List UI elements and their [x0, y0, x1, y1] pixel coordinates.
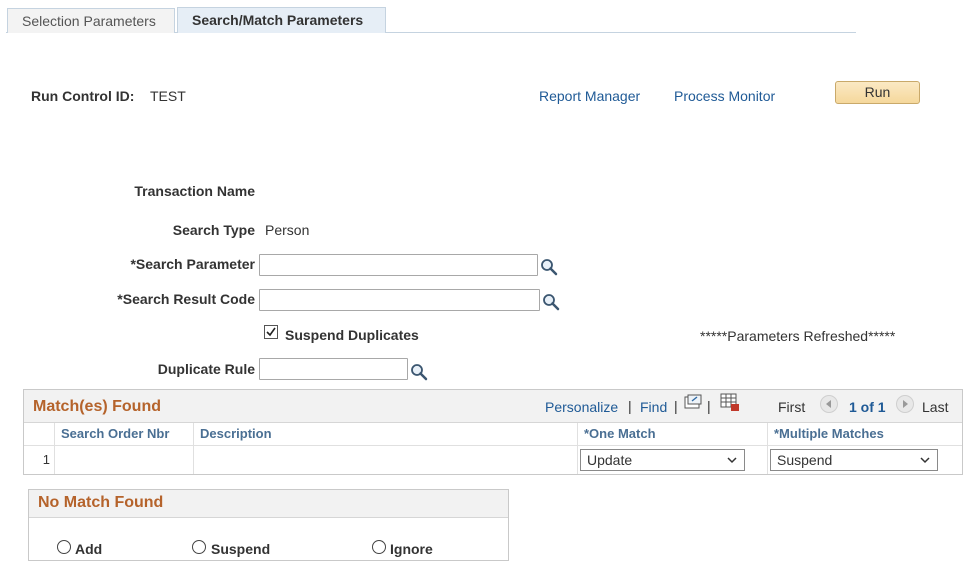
view-all-icon[interactable]: [684, 394, 702, 410]
report-manager-link[interactable]: Report Manager: [539, 88, 640, 104]
chevron-down-icon: [920, 457, 930, 464]
find-link[interactable]: Find: [640, 399, 667, 415]
search-result-code-lookup-icon[interactable]: [542, 293, 560, 311]
chevron-right-icon: [903, 400, 908, 408]
no-match-found-title: No Match Found: [38, 494, 164, 511]
run-control-id-label: Run Control ID:: [31, 88, 135, 104]
duplicate-rule-label: Duplicate Rule: [157, 361, 255, 377]
next-row-button[interactable]: [896, 395, 914, 413]
one-match-select[interactable]: Update: [580, 449, 745, 471]
row-number-column-header: [24, 423, 55, 445]
multiple-matches-select[interactable]: Suspend: [770, 449, 938, 471]
duplicate-rule-input[interactable]: [259, 358, 408, 380]
column-header-search-order-nbr[interactable]: Search Order Nbr: [55, 423, 194, 445]
ignore-radio-label: Ignore: [390, 541, 433, 557]
search-parameter-input[interactable]: [259, 254, 538, 276]
toolbar-separator: |: [674, 398, 678, 414]
matches-found-title: Match(es) Found: [33, 398, 161, 415]
checkmark-icon: [266, 327, 276, 337]
search-type-value: Person: [265, 222, 310, 238]
search-type-label: Search Type: [172, 222, 255, 238]
run-button[interactable]: Run: [835, 81, 920, 104]
toolbar-separator: |: [707, 398, 711, 414]
tab-search-match-parameters[interactable]: Search/Match Parameters: [177, 7, 386, 33]
first-label: First: [778, 399, 806, 415]
search-parameter-lookup-icon[interactable]: [540, 258, 558, 276]
description-cell: [194, 446, 578, 474]
row-range-text: 1 of 1: [849, 399, 886, 415]
search-result-code-label: *Search Result Code: [117, 291, 255, 307]
tab-selection-parameters[interactable]: Selection Parameters: [7, 8, 175, 33]
parameters-refreshed-text: *****Parameters Refreshed*****: [700, 328, 896, 344]
ignore-radio[interactable]: [372, 540, 386, 554]
chevron-left-icon: [826, 400, 831, 408]
search-parameter-label: *Search Parameter: [130, 256, 255, 272]
multiple-matches-select-value: Suspend: [777, 452, 833, 468]
run-control-id-value: TEST: [150, 88, 186, 104]
search-result-code-input[interactable]: [259, 289, 540, 311]
personalize-link[interactable]: Personalize: [545, 399, 618, 415]
row-number: 1: [24, 446, 55, 474]
transaction-name-label: Transaction Name: [134, 183, 255, 199]
process-monitor-link[interactable]: Process Monitor: [674, 88, 775, 104]
previous-row-button[interactable]: [820, 395, 838, 413]
toolbar-separator: |: [628, 398, 632, 414]
chevron-down-icon: [727, 457, 737, 464]
column-header-one-match[interactable]: *One Match: [578, 423, 768, 445]
suspend-radio[interactable]: [192, 540, 206, 554]
duplicate-rule-lookup-icon[interactable]: [410, 363, 428, 381]
add-radio[interactable]: [57, 540, 71, 554]
column-header-multiple-matches[interactable]: *Multiple Matches: [768, 423, 962, 445]
search-order-nbr-cell: [55, 446, 194, 474]
suspend-duplicates-label: Suspend Duplicates: [285, 327, 419, 343]
one-match-select-value: Update: [587, 452, 633, 468]
suspend-duplicates-checkbox[interactable]: [264, 325, 278, 339]
add-radio-label: Add: [75, 541, 103, 557]
suspend-radio-label: Suspend: [211, 541, 271, 557]
column-header-description[interactable]: Description: [194, 423, 578, 445]
download-spreadsheet-icon[interactable]: [720, 393, 740, 412]
last-label: Last: [922, 399, 949, 415]
